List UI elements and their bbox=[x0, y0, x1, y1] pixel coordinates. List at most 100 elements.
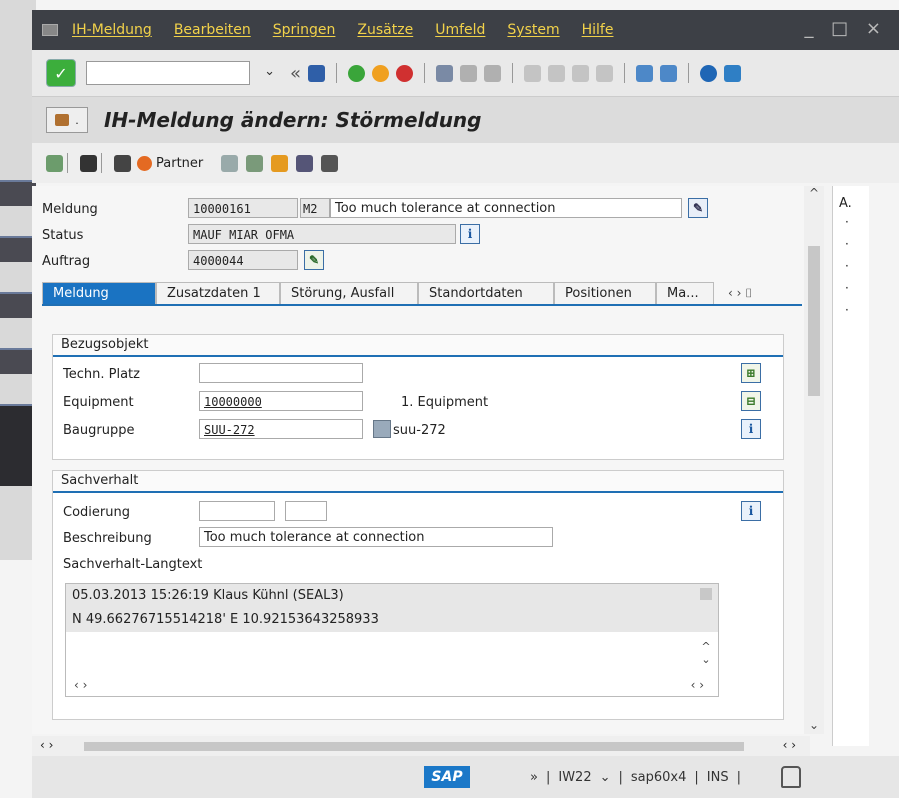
baugruppe-info-icon[interactable]: i bbox=[741, 419, 761, 439]
langtext-area[interactable]: 05.03.2013 15:26:19 Klaus Kühnl (SEAL3) … bbox=[65, 583, 719, 697]
langtext-scroll-left-right-end[interactable]: ‹ › bbox=[691, 678, 704, 692]
command-field[interactable]: ⌄ bbox=[86, 61, 275, 85]
find-next-icon[interactable] bbox=[484, 64, 502, 82]
menu-expand-button[interactable]: . bbox=[46, 107, 88, 133]
last-page-icon[interactable] bbox=[596, 64, 614, 82]
insert-mode[interactable]: INS bbox=[707, 770, 729, 785]
menu-springen[interactable]: Springen bbox=[273, 22, 336, 38]
scroll-down-icon[interactable]: ⌄ bbox=[804, 718, 824, 732]
next-page-icon[interactable] bbox=[572, 64, 590, 82]
menu-zusaetze[interactable]: Zusätze bbox=[357, 22, 413, 38]
vertical-scrollbar[interactable]: ^ ⌄ bbox=[804, 186, 824, 734]
sap-window-icon[interactable] bbox=[42, 24, 58, 36]
cancel-icon[interactable] bbox=[396, 64, 414, 82]
equipment-field[interactable]: 10000000 bbox=[199, 391, 363, 411]
new-session-icon[interactable] bbox=[636, 64, 654, 82]
document-icon[interactable] bbox=[221, 154, 239, 172]
meldung-type-field[interactable]: M2 bbox=[300, 198, 330, 218]
side-panel-header: A. bbox=[839, 196, 852, 211]
menu-umfeld[interactable]: Umfeld bbox=[435, 22, 485, 38]
side-panel-bullet: · bbox=[845, 237, 849, 251]
partner-icon bbox=[137, 155, 152, 171]
transaction-code[interactable]: IW22 bbox=[558, 770, 591, 785]
flag-icon[interactable] bbox=[80, 154, 97, 172]
auftrag-field[interactable]: 4000044 bbox=[188, 250, 298, 270]
enter-button[interactable]: ✓ bbox=[46, 59, 76, 87]
background-window-strip bbox=[0, 348, 36, 374]
status-info-icon[interactable]: i bbox=[460, 224, 480, 244]
menu-bearbeiten[interactable]: Bearbeiten bbox=[174, 22, 251, 38]
scroll-thumb[interactable] bbox=[700, 588, 712, 600]
help-icon[interactable] bbox=[700, 64, 718, 82]
sachverhalt-title: Sachverhalt bbox=[53, 471, 783, 493]
scroll-left-right[interactable]: ‹ › bbox=[40, 738, 53, 752]
side-panel-bullet: · bbox=[845, 303, 849, 317]
shortcut-icon[interactable] bbox=[660, 64, 678, 82]
scroll-left-right-end[interactable]: ‹ › bbox=[783, 738, 796, 752]
side-panel-bullet: · bbox=[845, 259, 849, 273]
structure-icon[interactable]: ⊞ bbox=[741, 363, 761, 383]
scroll-up-icon[interactable]: ^ bbox=[804, 186, 824, 200]
menu-bar: IH-Meldung Bearbeiten Springen Zusätze U… bbox=[32, 10, 899, 50]
customize-layout-icon[interactable] bbox=[724, 64, 742, 82]
menu-system[interactable]: System bbox=[507, 22, 559, 38]
horizontal-scrollbar[interactable]: ‹ › ‹ › bbox=[32, 736, 810, 756]
langtext-scroll-left-right[interactable]: ‹ › bbox=[74, 678, 87, 692]
tab-meldung[interactable]: Meldung bbox=[42, 282, 156, 304]
side-panel: A. · · · · · bbox=[832, 186, 869, 746]
chevron-down-icon[interactable]: ⌄ bbox=[600, 770, 611, 785]
find-icon[interactable] bbox=[460, 64, 478, 82]
beschreibung-field[interactable]: Too much tolerance at connection bbox=[199, 527, 553, 547]
menu-ih-meldung[interactable]: IH-Meldung bbox=[72, 22, 152, 38]
tab-more[interactable]: Ma... bbox=[656, 282, 714, 304]
status-expand-icon[interactable]: » bbox=[530, 770, 538, 785]
scroll-thumb[interactable] bbox=[84, 742, 744, 751]
window-controls[interactable]: _ □ × bbox=[804, 18, 887, 39]
flow-icon[interactable] bbox=[246, 154, 264, 172]
binoculars-icon[interactable] bbox=[114, 154, 131, 172]
techn-platz-field[interactable] bbox=[199, 363, 363, 383]
chevron-down-icon[interactable]: ⌄ bbox=[264, 64, 275, 79]
edit-order-icon[interactable]: ✎ bbox=[304, 250, 324, 270]
hierarchy-icon[interactable]: ⊟ bbox=[741, 391, 761, 411]
status-field: MAUF MIAR OFMA bbox=[188, 224, 456, 244]
scroll-up-icon[interactable]: ^ bbox=[700, 640, 712, 653]
techn-platz-label: Techn. Platz bbox=[63, 367, 140, 382]
langtext-line: N 49.66276715514218' E 10.92153643258933 bbox=[66, 608, 718, 632]
meldung-short-text-field[interactable]: Too much tolerance at connection bbox=[330, 198, 682, 218]
scroll-down-icon[interactable]: ⌄ bbox=[700, 653, 712, 666]
material-icon[interactable] bbox=[373, 420, 391, 438]
codierung-info-icon[interactable]: i bbox=[741, 501, 761, 521]
save-icon[interactable] bbox=[308, 64, 326, 82]
tab-standortdaten[interactable]: Standortdaten bbox=[418, 282, 554, 304]
partner-button[interactable]: Partner bbox=[137, 155, 203, 171]
transaction-menu-icon bbox=[55, 114, 70, 126]
edit-longtext-icon[interactable]: ✎ bbox=[688, 198, 708, 218]
standard-toolbar: ✓ ⌄ « bbox=[32, 50, 899, 97]
langtext-vertical-scrollbar[interactable]: ^ ⌄ bbox=[700, 588, 712, 684]
meldung-number-field[interactable]: 10000161 bbox=[188, 198, 298, 218]
tab-zusatzdaten-1[interactable]: Zusatzdaten 1 bbox=[156, 282, 280, 304]
tab-positionen[interactable]: Positionen bbox=[554, 282, 656, 304]
baugruppe-label: Baugruppe bbox=[63, 423, 135, 438]
print-icon[interactable] bbox=[436, 64, 454, 82]
lock-icon[interactable] bbox=[780, 766, 801, 788]
back-icon[interactable] bbox=[348, 64, 366, 82]
filter-icon[interactable] bbox=[296, 154, 314, 172]
codierung-group-field[interactable] bbox=[199, 501, 275, 521]
tab-stoerung-ausfall[interactable]: Störung, Ausfall bbox=[280, 282, 418, 304]
baugruppe-field[interactable]: SUU-272 bbox=[199, 419, 363, 439]
display-change-icon[interactable] bbox=[46, 154, 63, 172]
back-history-icon[interactable]: « bbox=[290, 63, 301, 84]
action-icon[interactable] bbox=[271, 154, 289, 172]
tab-navigation-arrows[interactable]: ‹ › ⌷ bbox=[728, 282, 752, 304]
scroll-thumb[interactable] bbox=[808, 246, 820, 396]
exit-icon[interactable] bbox=[372, 64, 390, 82]
object-list-icon[interactable] bbox=[321, 154, 339, 172]
codierung-code-field[interactable] bbox=[285, 501, 327, 521]
previous-page-icon[interactable] bbox=[548, 64, 566, 82]
first-page-icon[interactable] bbox=[524, 64, 542, 82]
menu-hilfe[interactable]: Hilfe bbox=[582, 22, 614, 38]
bezugsobjekt-title: Bezugsobjekt bbox=[53, 335, 783, 357]
tab-strip: Meldung Zusatzdaten 1 Störung, Ausfall S… bbox=[42, 282, 802, 306]
